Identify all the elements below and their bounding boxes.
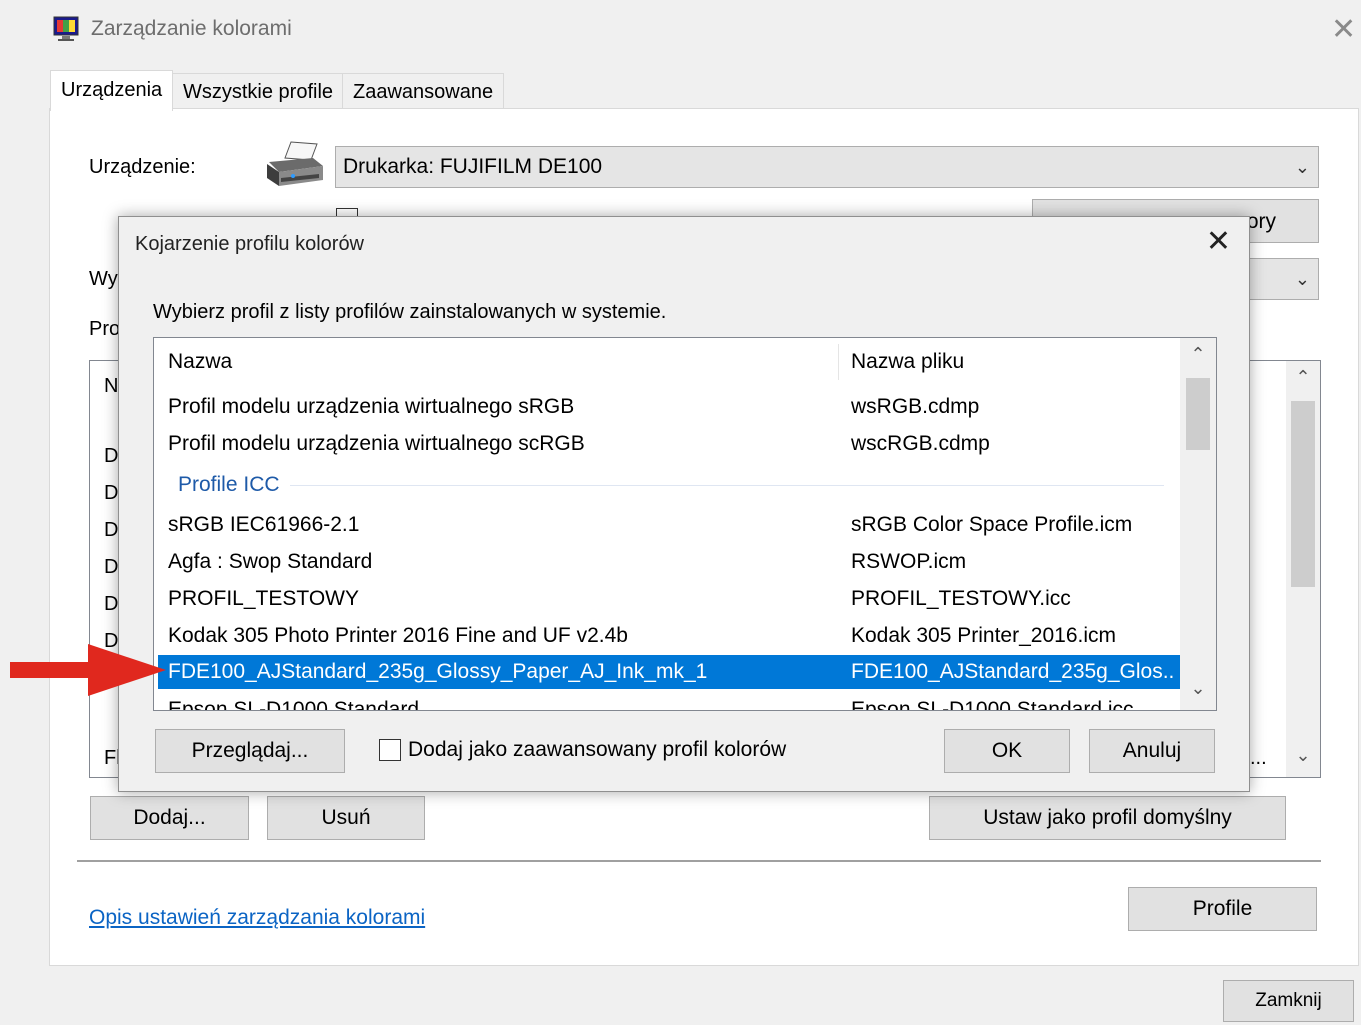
annotation-arrow-icon: [10, 640, 170, 700]
list-item[interactable]: PROFIL_TESTOWY PROFIL_TESTOWY.icc: [158, 582, 1180, 616]
list-item-selected[interactable]: FDE100_AJStandard_235g_Glossy_Paper_AJ_I…: [158, 655, 1180, 689]
list-item[interactable]: Kodak 305 Photo Printer 2016 Fine and UF…: [158, 619, 1180, 653]
device-label: Urządzenie:: [89, 156, 196, 178]
device-select[interactable]: Drukarka: FUJIFILM DE100 ⌄: [335, 146, 1319, 188]
profiles-list-header: N: [104, 375, 119, 397]
profiles-scrollbar[interactable]: ⌃ ⌄: [1286, 361, 1320, 777]
advanced-profile-checkbox-label[interactable]: Dodaj jako zaawansowany profil kolorów: [408, 738, 786, 762]
partial-label-select: Wy: [89, 268, 118, 290]
scroll-up-icon[interactable]: ⌃: [1286, 367, 1320, 388]
profile-name: Profil modelu urządzenia wirtualnego scR…: [168, 432, 585, 455]
dialog-instruction: Wybierz profil z listy profilów zainstal…: [153, 301, 667, 323]
profile-file: PROFIL_TESTOWY.icc: [851, 587, 1071, 610]
profile-file: wscRGB.cdmp: [851, 432, 990, 455]
ok-button[interactable]: OK: [944, 729, 1070, 773]
advanced-profile-checkbox[interactable]: [379, 739, 401, 761]
list-item[interactable]: Profil modelu urządzenia wirtualnego scR…: [158, 427, 1180, 461]
scroll-thumb[interactable]: [1291, 401, 1315, 587]
profile-list[interactable]: Nazwa Nazwa pliku Profil modelu urządzen…: [153, 337, 1217, 711]
scroll-thumb[interactable]: [1186, 378, 1210, 450]
tab-devices[interactable]: Urządzenia: [50, 70, 174, 111]
group-divider: [290, 485, 1164, 486]
scroll-up-icon[interactable]: ⌃: [1180, 344, 1216, 365]
list-item[interactable]: Epson SL-D1000 Standard Epson SL-D1000 S…: [158, 693, 1180, 711]
set-default-profile-button[interactable]: Ustaw jako profil domyślny: [929, 796, 1286, 840]
scroll-down-icon[interactable]: ⌄: [1286, 745, 1320, 766]
divider: [77, 860, 1321, 862]
window-close-button[interactable]: ✕: [1331, 15, 1356, 45]
profile-name: Profil modelu urządzenia wirtualnego sRG…: [168, 395, 575, 418]
profile-file: FDE100_AJStandard_235g_Glos...: [851, 660, 1176, 683]
printer-icon: [263, 140, 325, 190]
chevron-down-icon: ⌄: [1294, 157, 1310, 177]
column-separator: [838, 344, 839, 380]
list-item[interactable]: D: [104, 593, 118, 616]
app-icon: [53, 16, 79, 42]
profile-name: Kodak 305 Photo Printer 2016 Fine and UF…: [168, 624, 628, 647]
partial-label-profiles: Pro: [89, 318, 121, 340]
device-select-value: Drukarka: FUJIFILM DE100: [343, 155, 603, 178]
scroll-down-icon[interactable]: ⌄: [1180, 678, 1216, 699]
list-item[interactable]: Profil modelu urządzenia wirtualnego sRG…: [158, 390, 1180, 424]
dialog-close-button[interactable]: ✕: [1206, 227, 1231, 257]
settings-description-link[interactable]: Opis ustawień zarządzania kolorami: [89, 906, 425, 930]
list-item[interactable]: D: [104, 519, 118, 542]
tab-advanced[interactable]: Zaawansowane: [342, 73, 505, 110]
cancel-button[interactable]: Anuluj: [1089, 729, 1215, 773]
list-item[interactable]: Agfa : Swop Standard RSWOP.icm: [158, 545, 1180, 579]
render-select[interactable]: ⌄: [1240, 258, 1319, 300]
list-item[interactable]: sRGB IEC61966-2.1 sRGB Color Space Profi…: [158, 508, 1180, 542]
browse-button[interactable]: Przeglądaj...: [155, 729, 345, 773]
profile-name: FDE100_AJStandard_235g_Glossy_Paper_AJ_I…: [168, 660, 708, 683]
partial-ellipsis: ...: [1250, 747, 1267, 769]
remove-button[interactable]: Usuń: [267, 796, 425, 840]
list-item[interactable]: D: [104, 445, 118, 468]
profile-name: Agfa : Swop Standard: [168, 550, 373, 573]
close-button[interactable]: Zamknij: [1223, 980, 1354, 1022]
profile-file: RSWOP.icm: [851, 550, 967, 573]
chevron-down-icon: ⌄: [1294, 269, 1310, 289]
group-header-icc: Profile ICC: [178, 473, 280, 496]
profile-name: PROFIL_TESTOWY: [168, 587, 359, 610]
profile-file: wsRGB.cdmp: [851, 395, 980, 418]
dialog-title: Kojarzenie profilu kolorów: [135, 233, 365, 255]
profile-name: sRGB IEC61966-2.1: [168, 513, 360, 536]
profile-file: Epson SL-D1000 Standard.icc: [851, 698, 1134, 711]
window-title: Zarządzanie kolorami: [91, 17, 292, 40]
user-profiles-button-label: ory: [1246, 210, 1276, 233]
column-file-header[interactable]: Nazwa pliku: [851, 350, 964, 374]
list-scrollbar[interactable]: ⌃ ⌄: [1180, 338, 1216, 710]
add-button[interactable]: Dodaj...: [90, 796, 249, 840]
list-item[interactable]: D: [104, 482, 118, 505]
associate-profile-dialog: Kojarzenie profilu kolorów ✕ Wybierz pro…: [118, 216, 1250, 792]
profile-name: Epson SL-D1000 Standard: [168, 698, 420, 711]
profiles-button[interactable]: Profile: [1128, 887, 1317, 931]
list-item[interactable]: D: [104, 556, 118, 579]
tab-all-profiles[interactable]: Wszystkie profile: [172, 73, 345, 110]
column-name-header[interactable]: Nazwa: [168, 350, 232, 374]
list-header: Nazwa Nazwa pliku: [154, 338, 1180, 384]
profile-file: sRGB Color Space Profile.icm: [851, 513, 1133, 536]
profile-file: Kodak 305 Printer_2016.icm: [851, 624, 1116, 647]
